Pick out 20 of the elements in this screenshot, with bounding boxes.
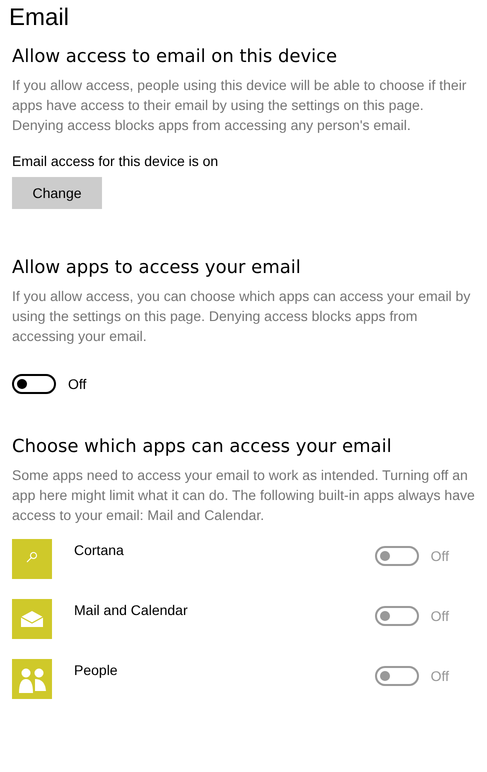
toggle-switch[interactable]	[12, 374, 56, 394]
toggle-label: Off	[430, 608, 449, 624]
app-name: People	[74, 662, 119, 678]
section-heading: Allow apps to access your email	[12, 257, 302, 278]
app-name: Mail and Calendar	[74, 602, 189, 618]
section-description: Some apps need to access your email to work as intended. Turning off an app here might limit what it can do. The following built-in apps always have access to your email: Mail and Calendar.	[12, 466, 475, 525]
section-heading: Allow access to email on this device	[12, 46, 338, 67]
app-icon	[12, 599, 52, 639]
app-name: Cortana	[74, 542, 125, 558]
access-status: Email access for this device is on	[12, 153, 220, 169]
toggle-label: Off	[430, 548, 449, 564]
toggle-label: Off	[430, 668, 449, 684]
section-description: If you allow access, people using this device will be able to choose if their apps have access to their email by using the settings on this page. Denying access blocks apps from accessing any person's email.	[12, 76, 468, 135]
page-title: Email	[9, 4, 70, 32]
section-description: If you allow access, you can choose which apps can access your email by using the settings on this page. Denying access blocks apps from accessing your email.	[12, 287, 472, 346]
app-icon	[12, 659, 52, 699]
section-heading: Choose which apps can access your email	[12, 436, 393, 457]
app-icon	[12, 539, 52, 579]
toggle-label: Off	[68, 376, 86, 392]
change-button[interactable]: Change	[12, 177, 102, 209]
